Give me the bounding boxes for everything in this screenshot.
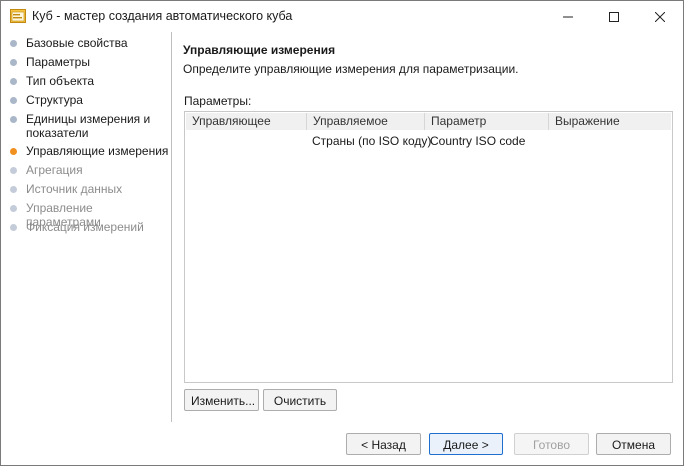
- step-label: Управляющие измерения: [26, 144, 169, 158]
- parameters-grid[interactable]: Управляющее Управляемое Параметр Выражен…: [184, 111, 673, 383]
- step-status-dot: [10, 96, 17, 104]
- step-aggregation[interactable]: Агрегация: [10, 163, 170, 177]
- wizard-window: Куб - мастер создания автоматического ку…: [0, 0, 684, 466]
- step-controlling-dimensions[interactable]: Управляющие измерения: [10, 144, 170, 158]
- minimize-icon: [563, 16, 573, 17]
- step-label: Тип объекта: [26, 74, 95, 88]
- column-header-controlling[interactable]: Управляющее: [186, 113, 306, 130]
- back-button[interactable]: < Назад: [346, 433, 421, 455]
- step-data-source[interactable]: Источник данных: [10, 182, 170, 196]
- step-label: Агрегация: [26, 163, 83, 177]
- step-parameters[interactable]: Параметры: [10, 55, 170, 69]
- step-status-dot: [10, 185, 17, 193]
- close-icon: [655, 11, 665, 22]
- step-structure[interactable]: Структура: [10, 93, 170, 107]
- step-units-and-measures[interactable]: Единицы измерения и показатели: [10, 112, 160, 140]
- step-label: Фиксация измерений: [26, 220, 144, 234]
- step-label: Единицы измерения и показатели: [26, 112, 151, 140]
- cancel-button[interactable]: Отмена: [596, 433, 671, 455]
- minimize-button[interactable]: [545, 1, 591, 32]
- column-header-parameter[interactable]: Параметр: [424, 113, 548, 130]
- step-status-dot: [10, 115, 17, 123]
- step-status-dot: [10, 77, 17, 85]
- parameters-label: Параметры:: [184, 94, 252, 108]
- column-header-controlled[interactable]: Управляемое: [306, 113, 424, 130]
- step-status-dot: [10, 147, 17, 155]
- cell-controlling[interactable]: [186, 133, 306, 150]
- wizard-steps-sidebar: Базовые свойства Параметры Тип объекта С…: [1, 32, 171, 422]
- wizard-page: Управляющие измерения Определите управля…: [172, 32, 683, 422]
- maximize-icon: [609, 11, 619, 22]
- cube-wizard-app-icon: [10, 9, 26, 23]
- cell-controlled[interactable]: Страны (по ISO коду): [306, 133, 431, 150]
- cell-expression[interactable]: [548, 133, 671, 150]
- close-button[interactable]: [637, 1, 683, 32]
- title-bar[interactable]: Куб - мастер создания автоматического ку…: [1, 1, 683, 32]
- step-status-dot: [10, 39, 17, 47]
- edit-button[interactable]: Изменить...: [184, 389, 259, 411]
- page-title: Управляющие измерения: [183, 43, 336, 57]
- step-label: Структура: [26, 93, 83, 107]
- step-dimension-fixing[interactable]: Фиксация измерений: [10, 220, 170, 234]
- step-status-dot: [10, 58, 17, 66]
- grid-header: Управляющее Управляемое Параметр Выражен…: [186, 113, 671, 130]
- step-status-dot: [10, 204, 17, 212]
- maximize-button[interactable]: [591, 1, 637, 32]
- column-header-expression[interactable]: Выражение: [548, 113, 671, 130]
- step-label: Базовые свойства: [26, 36, 128, 50]
- step-label: Параметры: [26, 55, 90, 69]
- step-status-dot: [10, 166, 17, 174]
- next-button[interactable]: Далее >: [429, 433, 503, 455]
- page-description: Определите управляющие измерения для пар…: [183, 62, 519, 76]
- clear-button[interactable]: Очистить: [263, 389, 337, 411]
- window-title: Куб - мастер создания автоматического ку…: [32, 9, 293, 23]
- step-status-dot: [10, 223, 17, 231]
- step-base-properties[interactable]: Базовые свойства: [10, 36, 170, 50]
- finish-button[interactable]: Готово: [514, 433, 589, 455]
- cell-parameter[interactable]: Country ISO code: [424, 133, 548, 150]
- step-object-type[interactable]: Тип объекта: [10, 74, 170, 88]
- step-label: Источник данных: [26, 182, 123, 196]
